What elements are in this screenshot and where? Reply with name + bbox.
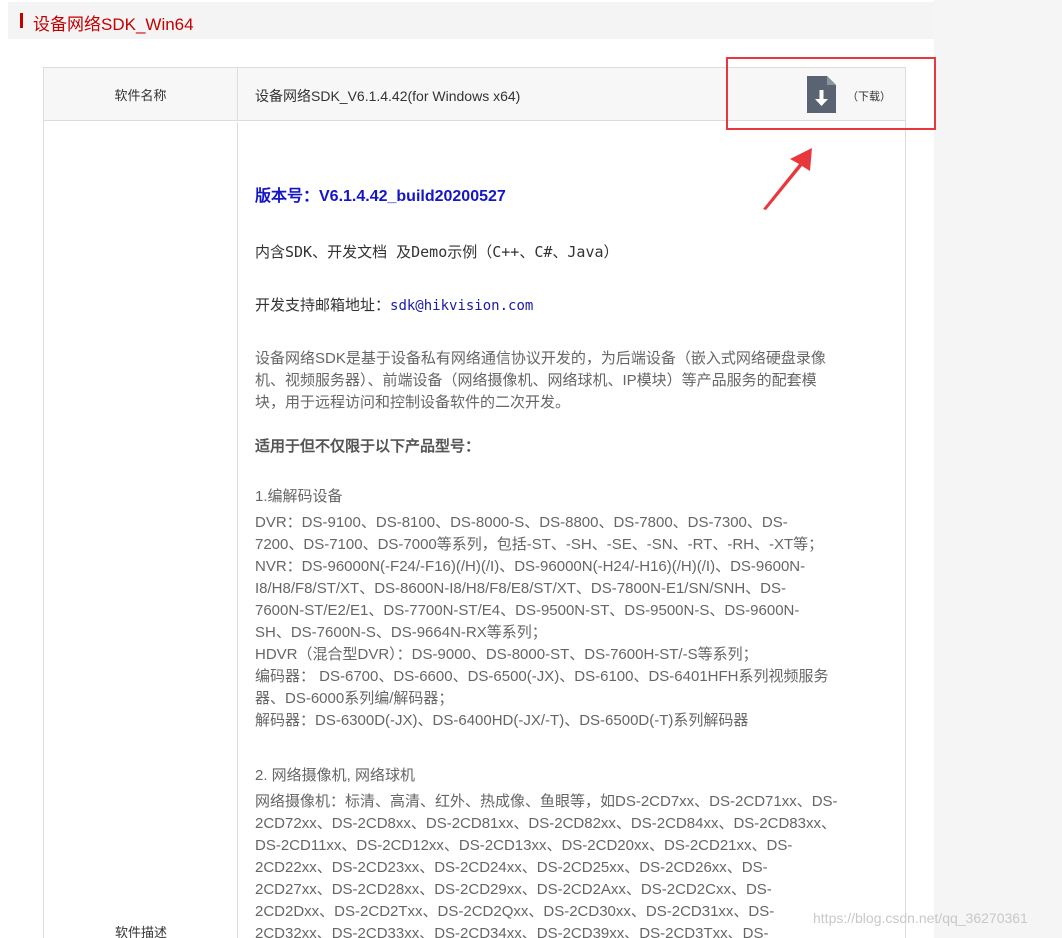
includes-text: 内含SDK、开发文档 及Demo示例（C++、C#、Java） [255, 243, 619, 261]
section1-line: NVR：DS-96000N(-F24/-F16)(/H)(/I)、DS-9600… [255, 558, 806, 575]
section2-title: 2. 网络摄像机, 网络球机 [255, 767, 416, 784]
section2-line: 2CD2Dxx、DS-2CD2Txx、DS-2CD2Qxx、DS-2CD30xx… [255, 903, 775, 920]
support-email-line: 开发支持邮箱地址：sdk@hikvision.com [255, 295, 885, 317]
section1-body: DVR：DS-9100、DS-8100、DS-8000-S、DS-8800、DS… [255, 512, 885, 732]
section1-line: 解码器：DS-6300D(-JX)、DS-6400HD(-JX/-T)、DS-6… [255, 712, 749, 729]
section2-body: 网络摄像机：标清、高清、红外、热成像、鱼眼等，如DS-2CD7xx、DS-2CD… [255, 791, 885, 938]
section2-line: 2CD32xx、DS-2CD33xx、DS-2CD34xx、DS-2CD39xx… [255, 925, 769, 938]
section1-line: HDVR（混合型DVR）：DS-9000、DS-8000-ST、DS-7600H… [255, 646, 758, 663]
description-line: 块，用于远程访问和控制设备软件的二次开发。 [255, 394, 571, 411]
software-name-label: 软件名称 [44, 68, 238, 121]
software-description-label: 软件描述 [114, 925, 167, 938]
section1-line: 7600N-ST/E2/E1、DS-7700N-ST/E4、DS-9500N-S… [255, 602, 800, 619]
section2-line: 2CD22xx、DS-2CD23xx、DS-2CD24xx、DS-2CD25xx… [255, 859, 768, 876]
section1-line: SH、DS-7600N-S、DS-9664N-RX等系列； [255, 624, 547, 641]
section1-line: DVR：DS-9100、DS-8100、DS-8000-S、DS-8800、DS… [255, 514, 788, 531]
section-title: 设备网络SDK_Win64 [33, 15, 194, 34]
download-highlight-box [726, 57, 936, 130]
table-row-software-description: 软件描述 [44, 122, 238, 938]
support-email-label: 开发支持邮箱地址： [255, 297, 391, 314]
watermark-text: https://blog.csdn.net/qq_36270361 [813, 910, 1028, 926]
section-header: 设备网络SDK_Win64 [8, 2, 934, 39]
description-line: 设备网络SDK是基于设备私有网络通信协议开发的，为后端设备（嵌入式网络硬盘录像 [255, 350, 826, 367]
applicable-heading: 适用于但不仅限于以下产品型号： [255, 438, 481, 455]
section2-line: 网络摄像机：标清、高清、红外、热成像、鱼眼等，如DS-2CD7xx、DS-2CD… [255, 793, 838, 810]
support-email-link[interactable]: sdk@hikvision.com [390, 298, 533, 314]
section1-line: I8/H8/F8/ST/XT、DS-8600N-I8/H8/F8/E8/ST/X… [255, 580, 786, 597]
header-accent-bar [20, 13, 23, 28]
section2-line: 2CD72xx、DS-2CD8xx、DS-2CD81xx、DS-2CD82xx、… [255, 815, 836, 832]
description-line: 机、视频服务器）、前端设备（网络摄像机、网络球机、IP模块）等产品服务的配套模 [255, 372, 817, 389]
section2-line: DS-2CD11xx、DS-2CD12xx、DS-2CD13xx、DS-2CD2… [255, 837, 793, 854]
section2-line: 2CD27xx、DS-2CD28xx、DS-2CD29xx、DS-2CD2Axx… [255, 881, 772, 898]
section1-line: 器、DS-6000系列编/解码器； [255, 690, 454, 707]
description-paragraph: 设备网络SDK是基于设备私有网络通信协议开发的，为后端设备（嵌入式网络硬盘录像 … [255, 348, 885, 414]
section1-line: 7200、DS-7100、DS-7000等系列，包括-ST、-SH、-SE、-S… [255, 536, 824, 553]
page-right-gutter [934, 0, 1062, 938]
red-arrow-icon [763, 148, 812, 210]
section1-line: 编码器： DS-6700、DS-6600、DS-6500(-JX)、DS-610… [255, 668, 829, 685]
software-name-value: 设备网络SDK_V6.1.4.42(for Windows x64) [255, 88, 521, 104]
section1-title: 1.编解码设备 [255, 488, 343, 505]
